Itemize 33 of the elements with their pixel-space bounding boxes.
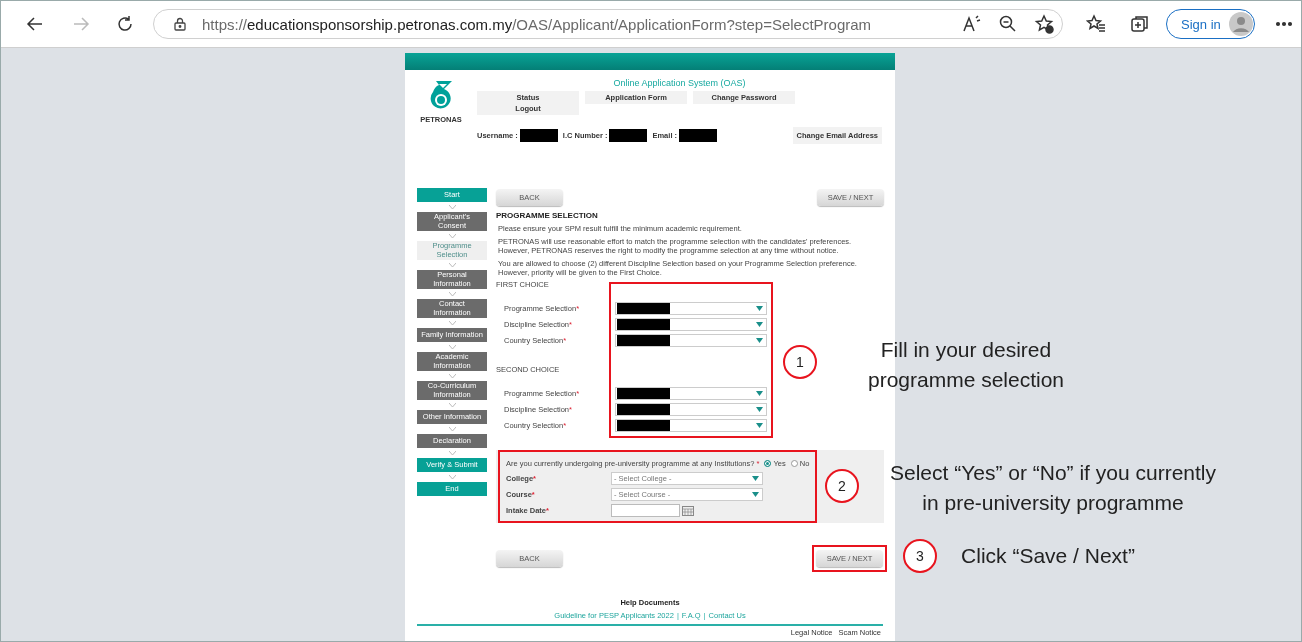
star-plus-icon[interactable] (1034, 14, 1054, 34)
collections-icon[interactable] (1130, 14, 1150, 34)
lock-icon (172, 16, 188, 32)
annotation-text: Fill in your desired programme selection (867, 337, 1065, 393)
caret-icon (756, 322, 763, 327)
calendar-icon[interactable] (682, 505, 694, 516)
caret-icon (752, 492, 759, 497)
dropdown-field[interactable] (615, 334, 767, 347)
refresh-icon[interactable] (115, 14, 135, 34)
caret-icon (756, 338, 763, 343)
avatar-icon (1228, 12, 1253, 36)
radio-button[interactable] (790, 459, 798, 467)
date-field[interactable] (611, 504, 680, 517)
dropdown-field[interactable] (615, 403, 767, 416)
zoom-out-icon[interactable] (998, 14, 1018, 34)
caret-icon (756, 407, 763, 412)
dropdown-field[interactable] (615, 419, 767, 432)
app-title: Online Application System (OAS) (612, 78, 747, 88)
sign-in-button[interactable]: Sign in (1166, 9, 1255, 39)
dropdown-field[interactable] (615, 302, 767, 315)
section-title: PROGRAMME SELECTION (496, 211, 599, 220)
annotation-text: Click “Save / Next” (961, 543, 1135, 569)
caret-icon (752, 476, 759, 481)
step-number: 3 (903, 539, 937, 573)
read-aloud-icon[interactable] (962, 14, 982, 34)
caret-icon (756, 391, 763, 396)
address-bar[interactable]: https://educationsponsorship.petronas.com.my/OAS/Applicant/ApplicationForm?step=SelectProgram (153, 9, 1063, 39)
dropdown-field[interactable] (615, 318, 767, 331)
favorites-icon[interactable] (1086, 14, 1106, 34)
caret-icon (756, 306, 763, 311)
caret-icon (756, 423, 763, 428)
annotation-text: Select “Yes” or “No” if you currently in pre-university programme (890, 460, 1216, 516)
dropdown-field[interactable] (615, 387, 767, 400)
